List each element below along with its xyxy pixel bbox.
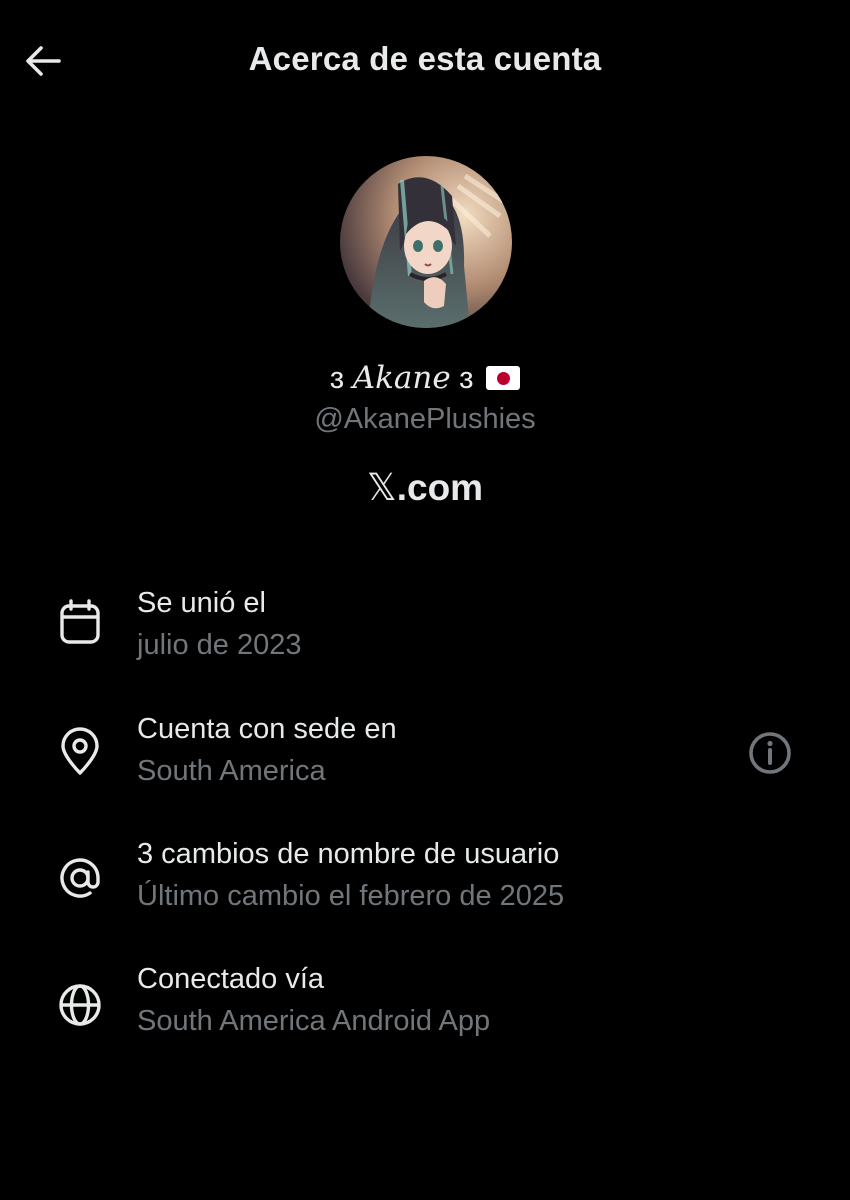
username-last-change: Último cambio el febrero de 2025 [137,880,565,912]
joined-label: Se unió el [137,587,266,619]
name-prefix: ɜ [329,360,353,395]
location-label: Cuenta con sede en [137,713,397,745]
page-title: Acerca de esta cuenta [248,40,602,77]
x-logo-icon: 𝕏 [366,466,397,509]
location-value: South America [137,755,326,787]
domain-text: .com [396,467,484,508]
anime-girl-avatar [340,156,512,328]
calendar-icon [60,599,100,644]
connected-via-value: South America Android App [137,1005,491,1037]
username-changes-row: 3 cambios de nombre de usuario Último ca… [0,838,850,938]
name-suffix: ɜ [450,360,483,395]
username-changes-label: 3 cambios de nombre de usuario [137,838,560,870]
info-icon [749,732,791,774]
top-bar: Acerca de esta cuenta [0,0,850,120]
location-pin-icon [61,727,99,775]
connected-via-label: Conectado vía [137,963,325,995]
japan-flag-icon [486,366,521,390]
display-name: ɜ Akane ɜ [0,360,850,396]
location-info-button[interactable] [746,729,794,777]
joined-row: Se unió el julio de 2023 [0,587,850,687]
avatar[interactable] [340,156,512,328]
at-sign-icon [60,858,100,898]
globe-icon [59,984,101,1026]
user-handle: @AkanePlushies [314,403,536,435]
name-main: Akane [352,360,451,396]
joined-date: julio de 2023 [137,629,302,661]
connected-via-row: Conectado vía South America Android App [0,963,850,1063]
platform-domain: 𝕏.com [0,466,850,509]
location-row: Cuenta con sede en South America [0,713,850,813]
